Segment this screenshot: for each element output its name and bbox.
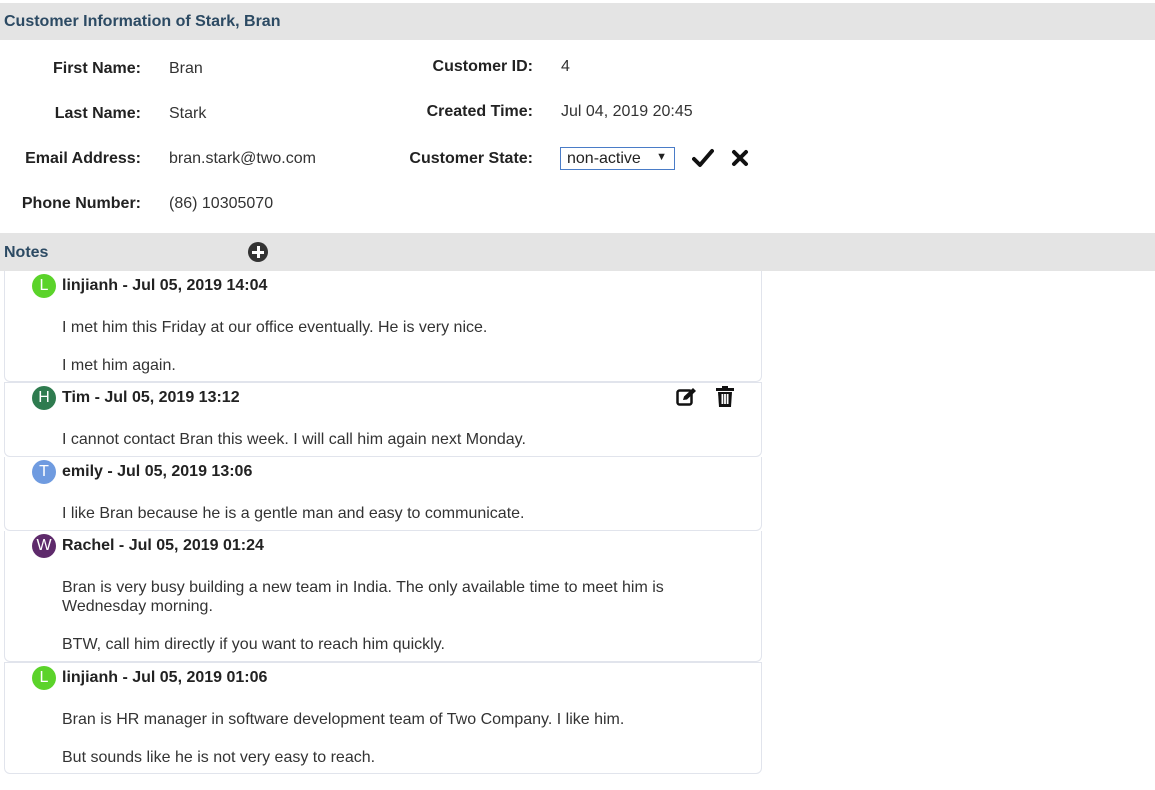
avatar-initial: L: [39, 669, 49, 686]
phone-label: Phone Number:: [21, 195, 141, 212]
avatar: W: [32, 534, 56, 558]
email-label: Email Address:: [25, 150, 141, 167]
edit-note-icon[interactable]: [676, 387, 698, 407]
created-time-label: Created Time:: [426, 103, 533, 120]
confirm-check-icon[interactable]: [692, 148, 714, 168]
customer-state-label: Customer State:: [409, 150, 533, 167]
note-author-time: Tim - Jul 05, 2019 13:12: [62, 389, 240, 406]
avatar: L: [32, 666, 56, 690]
note-paragraph: I like Bran because he is a gentle man a…: [62, 505, 525, 522]
note-item: T emily - Jul 05, 2019 13:06 I like Bran…: [4, 457, 762, 531]
notes-header: Notes: [0, 233, 1155, 271]
phone-value: (86) 10305070: [169, 195, 274, 212]
note-item: W Rachel - Jul 05, 2019 01:24 Bran is ve…: [4, 531, 762, 662]
note-paragraph: BTW, call him directly if you want to re…: [62, 636, 445, 653]
customer-state-value: non-active: [567, 150, 641, 167]
first-name-label: First Name:: [52, 60, 141, 77]
cancel-cross-icon[interactable]: [731, 149, 749, 167]
note-item: L linjianh - Jul 05, 2019 14:04 I met hi…: [4, 271, 762, 382]
avatar-initial: T: [39, 463, 49, 480]
add-note-icon[interactable]: [248, 242, 268, 262]
avatar: T: [32, 460, 56, 484]
note-item: H Tim - Jul 05, 2019 13:12 I cannot cont…: [4, 382, 762, 457]
notes-title: Notes: [4, 244, 49, 261]
created-time-value: Jul 04, 2019 20:45: [561, 103, 693, 120]
avatar-initial: L: [39, 277, 49, 294]
delete-note-icon[interactable]: [716, 386, 734, 407]
note-author-time: linjianh - Jul 05, 2019 14:04: [62, 277, 268, 294]
note-paragraph: Bran is HR manager in software developme…: [62, 711, 625, 728]
note-paragraph: I cannot contact Bran this week. I will …: [62, 431, 526, 448]
note-author-time: emily - Jul 05, 2019 13:06: [62, 463, 253, 480]
last-name-label: Last Name:: [54, 105, 141, 122]
note-paragraph: I met him this Friday at our office even…: [62, 319, 488, 336]
email-value: bran.stark@two.com: [169, 150, 316, 167]
dropdown-caret-icon: ▼: [656, 151, 667, 163]
note-paragraph: I met him again.: [62, 357, 176, 374]
note-paragraph: Bran is very busy building a new team in…: [62, 579, 664, 615]
first-name-value: Bran: [169, 60, 203, 77]
avatar: L: [32, 274, 56, 298]
avatar-initial: H: [38, 389, 50, 406]
customer-state-select[interactable]: non-active ▼: [560, 147, 675, 170]
note-author-time: linjianh - Jul 05, 2019 01:06: [62, 669, 268, 686]
last-name-value: Stark: [169, 105, 207, 122]
avatar: H: [32, 386, 56, 410]
avatar-initial: W: [36, 537, 52, 554]
page-title: Customer Information of Stark, Bran: [4, 13, 281, 30]
customer-info-header: Customer Information of Stark, Bran: [0, 3, 1155, 40]
note-author-time: Rachel - Jul 05, 2019 01:24: [62, 537, 264, 554]
customer-id-value: 4: [561, 58, 570, 75]
note-paragraph: But sounds like he is not very easy to r…: [62, 749, 376, 766]
note-item: L linjianh - Jul 05, 2019 01:06 Bran is …: [4, 662, 762, 774]
customer-id-label: Customer ID:: [432, 58, 533, 75]
